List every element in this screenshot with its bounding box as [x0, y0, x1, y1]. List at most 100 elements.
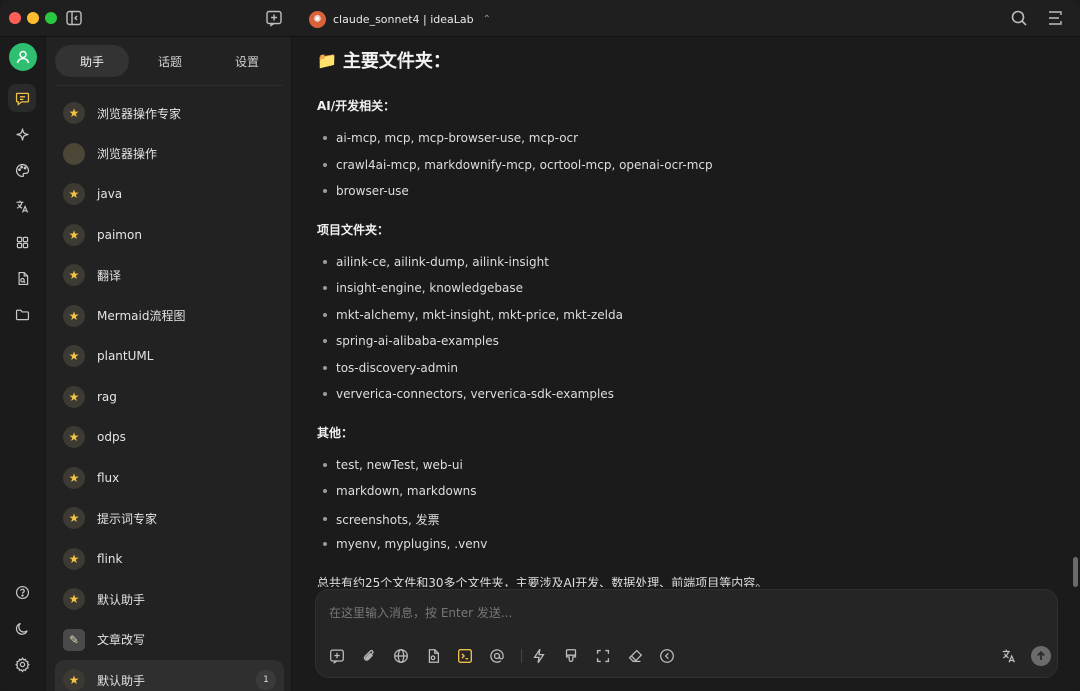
chat-main: 📁 主要文件夹： AI/开发相关： ai-mcp, mcp, mcp-browse… [293, 37, 1080, 691]
star-emoji-icon: ★ [63, 264, 85, 287]
message-input-box [315, 589, 1058, 678]
eraser-icon[interactable] [626, 647, 644, 665]
assistant-item[interactable]: 浏览器操作 [55, 134, 284, 175]
close-window-button[interactable] [9, 12, 21, 24]
assistant-item[interactable]: ★ odps [55, 417, 284, 458]
translate-icon[interactable] [8, 192, 36, 220]
list-item: tos-discovery-admin [323, 361, 458, 375]
collapse-left-icon[interactable] [658, 647, 676, 665]
translate-icon[interactable] [1000, 647, 1018, 665]
blank-avatar-icon [63, 142, 85, 165]
divider [55, 85, 284, 86]
sparkle-icon[interactable] [8, 120, 36, 148]
assistant-item[interactable]: ★ 翻译 [55, 255, 284, 296]
assistant-item[interactable]: ★ Mermaid流程图 [55, 296, 284, 337]
list-item: myenv, myplugins, .venv [323, 537, 487, 551]
folder-emoji-icon: 📁 [317, 50, 337, 70]
heading-main-folders: 📁 主要文件夹： [317, 47, 451, 73]
assistant-name: paimon [97, 227, 142, 242]
assistant-item[interactable]: ★ plantUML [55, 336, 284, 377]
knowledge-base-icon[interactable] [424, 647, 442, 665]
chat-icon[interactable] [8, 84, 36, 112]
help-icon[interactable] [8, 578, 36, 606]
app-window: ✺ claude_sonnet4 | ideaLab ⌃ 助手 话题 设置 ★ … [0, 0, 1080, 691]
search-icon[interactable] [1009, 8, 1029, 28]
star-emoji-icon: ★ [63, 102, 85, 125]
star-emoji-icon: ★ [63, 183, 85, 206]
assistant-item[interactable]: ★ paimon [55, 215, 284, 256]
list-item: spring-ai-alibaba-examples [323, 334, 499, 348]
star-emoji-icon: ★ [63, 507, 85, 530]
tab-assistants[interactable]: 助手 [55, 45, 129, 77]
brush-icon[interactable] [562, 647, 580, 665]
star-emoji-icon: ★ [63, 345, 85, 368]
tab-topics[interactable]: 话题 [133, 45, 207, 77]
list-item: markdown, markdowns [323, 484, 477, 498]
new-topic-icon[interactable] [264, 8, 284, 28]
minimize-window-button[interactable] [27, 12, 39, 24]
terminal-icon[interactable] [456, 647, 474, 665]
list-item: browser-use [323, 184, 409, 198]
file-search-icon[interactable] [8, 264, 36, 292]
lightning-icon[interactable] [530, 647, 548, 665]
toolbar-separator [521, 649, 522, 663]
assistant-item[interactable]: ★ java [55, 174, 284, 215]
claude-logo-icon: ✺ [309, 10, 326, 28]
assistant-item[interactable]: ★ 默认助手 [55, 579, 284, 620]
palette-icon[interactable] [8, 156, 36, 184]
assistant-name: 提示词专家 [97, 511, 158, 526]
folder-icon[interactable] [8, 300, 36, 328]
assistant-name: 浏览器操作 [97, 147, 158, 162]
star-emoji-icon: ★ [63, 669, 85, 691]
new-topic-icon[interactable] [328, 647, 346, 665]
list-item: ververica-connectors, ververica-sdk-exam… [323, 387, 614, 401]
summary-paragraph: 总共有约25个文件和30多个文件夹，主要涉及AI开发、数据处理、前端项目等内容。 [317, 575, 768, 588]
assistant-item[interactable]: ★ 浏览器操作专家 [55, 93, 284, 134]
title-bar: ✺ claude_sonnet4 | ideaLab ⌃ [0, 0, 1080, 37]
fullscreen-icon[interactable] [594, 647, 612, 665]
heading-text: 主要文件夹： [342, 51, 451, 72]
assistant-name: 默认助手 [97, 592, 146, 607]
star-emoji-icon: ★ [63, 466, 85, 489]
assistant-name: odps [97, 430, 126, 445]
memo-emoji-icon: ✎ [63, 628, 85, 651]
assistant-name: 翻译 [97, 268, 122, 283]
apps-grid-icon[interactable] [8, 228, 36, 256]
assistant-item[interactable]: ✎ 文章改写 [55, 620, 284, 661]
globe-icon[interactable] [392, 647, 410, 665]
chevron-updown-icon: ⌃ [482, 13, 492, 25]
topic-count-badge: 1 [256, 670, 276, 690]
assistant-item[interactable]: ★ rag [55, 377, 284, 418]
star-emoji-icon: ★ [63, 385, 85, 408]
list-item: mkt-alchemy, mkt-insight, mkt-price, mkt… [323, 308, 623, 322]
assistant-name: 浏览器操作专家 [97, 106, 182, 121]
assistant-item[interactable]: ★ flink [55, 539, 284, 580]
arrow-up-icon [1037, 651, 1045, 660]
layout-icon[interactable] [1045, 8, 1065, 28]
user-avatar[interactable] [9, 43, 37, 71]
star-emoji-icon: ★ [63, 588, 85, 611]
paperclip-icon[interactable] [360, 647, 378, 665]
assistant-item[interactable]: ★ 默认助手 1 [55, 660, 284, 691]
assistant-item[interactable]: ★ flux [55, 458, 284, 499]
assistant-name: flink [97, 551, 123, 566]
zoom-window-button[interactable] [45, 12, 57, 24]
model-name: claude_sonnet4 | ideaLab [333, 12, 474, 26]
model-selector[interactable]: ✺ claude_sonnet4 | ideaLab ⌃ [309, 9, 491, 29]
message-input[interactable] [329, 604, 1029, 622]
send-button[interactable] [1031, 646, 1051, 666]
section-heading: 其他： [317, 425, 354, 440]
message-content: 📁 主要文件夹： AI/开发相关： ai-mcp, mcp, mcp-browse… [317, 37, 1057, 588]
assistant-name: 文章改写 [97, 633, 146, 648]
assistant-name: plantUML [97, 349, 154, 364]
gear-icon[interactable] [8, 650, 36, 678]
scrollbar[interactable] [1073, 557, 1078, 587]
assistant-item[interactable]: ★ 提示词专家 [55, 498, 284, 539]
assistant-name: flux [97, 470, 120, 485]
mention-icon[interactable] [488, 647, 506, 665]
section-heading: 项目文件夹： [317, 222, 390, 237]
moon-icon[interactable] [8, 614, 36, 642]
list-item: ai-mcp, mcp, mcp-browser-use, mcp-ocr [323, 131, 578, 145]
tab-settings[interactable]: 设置 [210, 45, 284, 77]
toggle-sidebar-icon[interactable] [64, 8, 84, 28]
